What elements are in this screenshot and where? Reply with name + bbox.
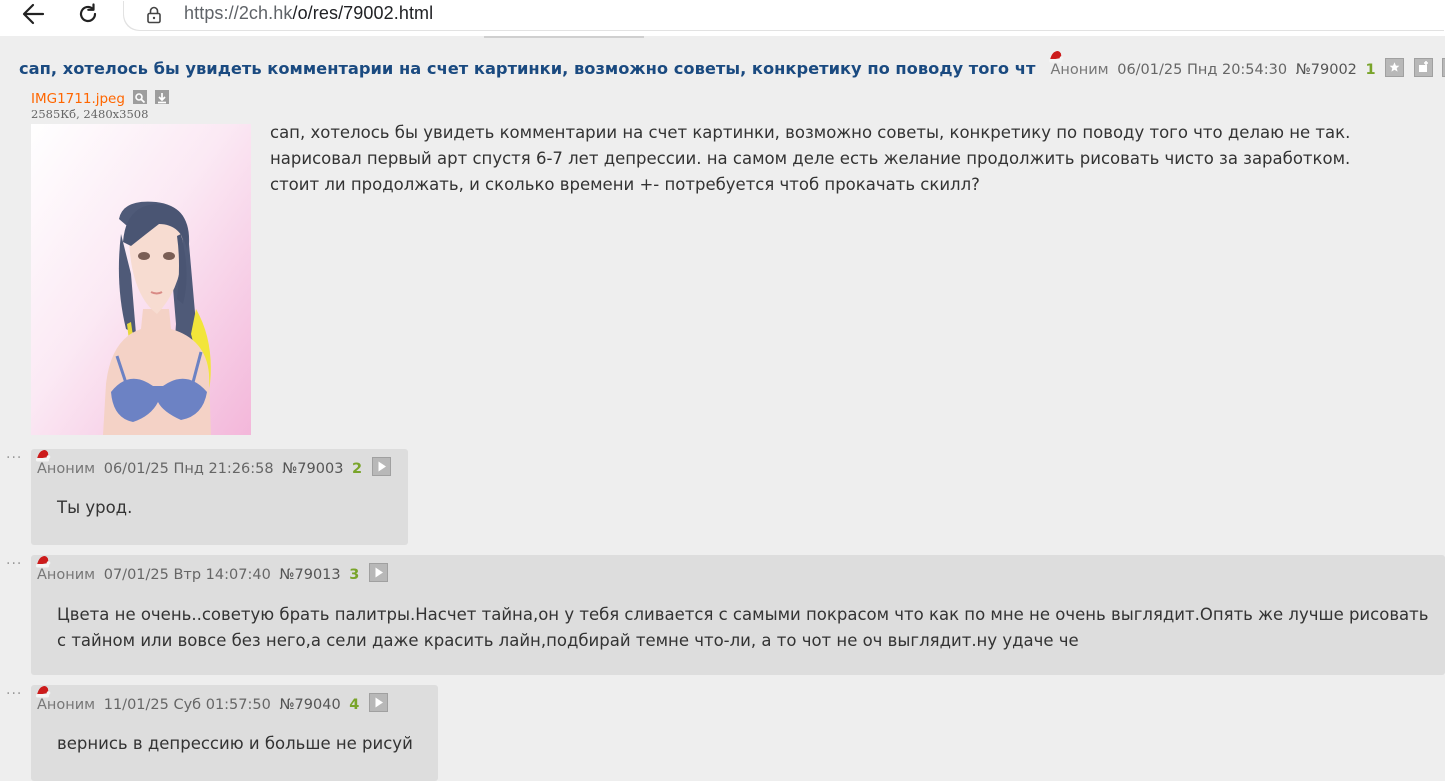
file-link[interactable]: IMG1711.jpeg [31, 91, 125, 107]
reply-post: Аноним 06/01/25 Пнд 21:26:58 №79003 2 Ты… [31, 449, 408, 545]
star-icon [1389, 62, 1400, 72]
reply-header: Аноним 06/01/25 Пнд 21:26:58 №79003 2 [36, 450, 391, 477]
poster-name: Аноним [1049, 51, 1113, 78]
reply-button[interactable] [371, 457, 391, 476]
reply-header: Аноним 07/01/25 Втр 14:07:40 №79013 3 [36, 556, 388, 583]
post-drag-handle[interactable]: ··· [6, 556, 22, 572]
hide-post-button[interactable] [1413, 58, 1433, 77]
arrow-left-icon [22, 3, 45, 25]
hide-icon [1418, 61, 1428, 72]
post-index: 2 [352, 461, 363, 477]
post-number-link[interactable]: №79003 [282, 461, 343, 477]
op-post-header: сап, хотелось бы увидеть комментарии на … [19, 51, 1445, 78]
post-number-link[interactable]: №79002 [1296, 62, 1357, 78]
poster-name-text: Аноним [37, 461, 96, 477]
play-icon [375, 567, 383, 578]
thread: сап, хотелось бы увидеть комментарии на … [0, 38, 1445, 781]
post-number-link[interactable]: №79013 [279, 567, 340, 583]
reply-button[interactable] [368, 563, 388, 582]
op-post-text: сап, хотелось бы увидеть комментарии на … [270, 123, 1351, 194]
reply-post: Аноним 11/01/25 Суб 01:57:50 №79040 4 ве… [31, 685, 438, 781]
favorite-button[interactable] [1385, 58, 1405, 77]
post-index: 1 [1365, 62, 1376, 78]
poster-name-text: Аноним [37, 567, 96, 583]
lock-icon[interactable] [146, 6, 162, 24]
op-image-thumbnail[interactable] [31, 124, 251, 435]
magnifier-icon [135, 93, 146, 104]
post-drag-handle[interactable]: ··· [6, 686, 22, 702]
poster-name: Аноним [36, 686, 100, 713]
url-path: /o/res/79002.html [292, 3, 434, 23]
post-datetime: 07/01/25 Втр 14:07:40 [103, 567, 271, 583]
post-index: 4 [349, 697, 360, 713]
reply-text: вернись в депрессию и больше не рисуй [57, 734, 413, 753]
url-host: https://2ch.hk [184, 3, 293, 23]
poster-name-text: Аноним [37, 697, 96, 713]
post-index: 3 [349, 567, 360, 583]
url-text[interactable]: https://2ch.hk/o/res/79002.html [184, 3, 433, 24]
santa-hat-icon [36, 450, 51, 462]
post-number-link[interactable]: №79040 [279, 697, 340, 713]
post-drag-handle[interactable]: ··· [6, 450, 22, 466]
image-search-button[interactable] [133, 90, 148, 104]
reply-button[interactable] [369, 693, 388, 712]
back-button[interactable] [18, 2, 48, 26]
post-subject: сап, хотелось бы увидеть комментарии на … [19, 59, 1036, 78]
poster-name: Аноним [36, 450, 100, 477]
reply-text: Цвета не очень..советую брать палитры.На… [57, 605, 1429, 650]
file-info: IMG1711.jpeg [31, 88, 170, 107]
download-button[interactable] [155, 90, 170, 104]
reply-header: Аноним 11/01/25 Суб 01:57:50 №79040 4 [36, 686, 388, 713]
reload-icon [79, 3, 97, 23]
santa-hat-icon [36, 686, 51, 698]
play-icon [375, 697, 383, 708]
post-datetime: 06/01/25 Пнд 20:54:30 [1117, 62, 1288, 78]
file-size: 2585Кб, 2480x3508 [31, 107, 149, 121]
reply-post: Аноним 07/01/25 Втр 14:07:40 №79013 3 Цв… [31, 555, 1445, 675]
santa-hat-icon [36, 556, 51, 568]
reply-text: Ты урод. [57, 498, 133, 517]
post-datetime: 11/01/25 Суб 01:57:50 [103, 697, 271, 713]
play-icon [378, 461, 386, 472]
poster-name-text: Аноним [1050, 62, 1109, 78]
poster-name: Аноним [36, 556, 100, 583]
reload-button[interactable] [73, 2, 103, 26]
address-bar[interactable]: https://2ch.hk/o/res/79002.html [124, 0, 1445, 30]
santa-hat-icon [1049, 51, 1064, 63]
post-datetime: 06/01/25 Пнд 21:26:58 [103, 461, 274, 477]
browser-toolbar: https://2ch.hk/o/res/79002.html [0, 0, 1445, 36]
download-icon [158, 93, 167, 104]
